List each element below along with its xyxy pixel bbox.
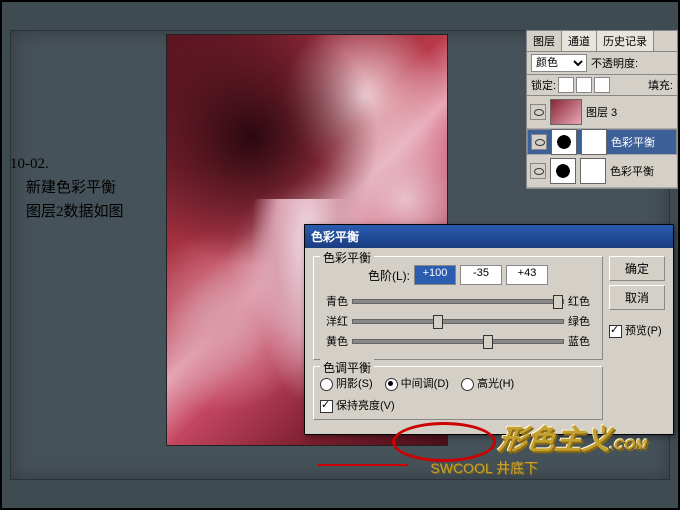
- slider-right-label: 红色: [568, 293, 596, 309]
- lock-pixels[interactable]: [558, 77, 574, 93]
- slider-yellow-blue[interactable]: [352, 339, 564, 344]
- ok-button[interactable]: 确定: [609, 256, 665, 281]
- slider-right-label: 绿色: [568, 313, 596, 329]
- cancel-button[interactable]: 取消: [609, 285, 665, 310]
- layer-row[interactable]: 图层 3: [527, 96, 677, 129]
- color-balance-dialog: 色彩平衡 色彩平衡 色阶(L): +100 -35 +43 青色 红色: [304, 224, 674, 435]
- slider-magenta-green[interactable]: [352, 319, 564, 324]
- fill-label: 填充:: [648, 77, 673, 93]
- visibility-icon[interactable]: [530, 163, 546, 179]
- caption-l2: 新建色彩平衡: [10, 176, 124, 200]
- slider-cyan-red[interactable]: [352, 299, 564, 304]
- checkbox-preview[interactable]: 预览(P): [609, 322, 665, 338]
- radio-midtones[interactable]: 中间调(D): [385, 375, 449, 391]
- group-label: 色彩平衡: [320, 249, 374, 266]
- caption-l3: 图层2数据如图: [10, 200, 124, 224]
- visibility-icon[interactable]: [530, 104, 546, 120]
- visibility-icon[interactable]: [531, 134, 547, 150]
- level-magenta-green[interactable]: -35: [460, 265, 502, 285]
- slider-left-label: 黄色: [320, 333, 348, 349]
- opacity-label: 不透明度:: [591, 55, 638, 71]
- layer-row[interactable]: 色彩平衡: [527, 155, 677, 188]
- slider-right-label: 蓝色: [568, 333, 596, 349]
- mask-thumb: [581, 129, 607, 155]
- layers-panel: 图层 通道 历史记录 颜色 不透明度: 锁定: 填充: 图层 3 色彩平衡: [526, 30, 678, 189]
- annotation-underline: [318, 464, 408, 466]
- radio-highlights[interactable]: 高光(H): [461, 375, 514, 391]
- color-balance-group: 色彩平衡 色阶(L): +100 -35 +43 青色 红色 洋红: [313, 256, 603, 360]
- checkbox-preserve-luminosity[interactable]: 保持亮度(V): [320, 397, 395, 413]
- tutorial-stage: 10-02. 新建色彩平衡 图层2数据如图 图层 通道 历史记录 颜色 不透明度…: [0, 0, 680, 510]
- levels-label: 色阶(L):: [368, 267, 410, 284]
- lock-all[interactable]: [594, 77, 610, 93]
- layer-name: 色彩平衡: [610, 163, 654, 179]
- slider-thumb[interactable]: [433, 315, 443, 329]
- layer-name: 色彩平衡: [611, 134, 655, 150]
- step-caption: 10-02. 新建色彩平衡 图层2数据如图: [10, 152, 124, 224]
- layer-row[interactable]: 色彩平衡: [527, 129, 677, 155]
- slider-left-label: 洋红: [320, 313, 348, 329]
- tab-channels[interactable]: 通道: [562, 31, 597, 51]
- mask-thumb: [580, 158, 606, 184]
- layer-thumb: [550, 99, 582, 125]
- dialog-title[interactable]: 色彩平衡: [305, 225, 673, 248]
- adjustment-thumb: [550, 158, 576, 184]
- lock-label: 锁定:: [531, 77, 556, 93]
- layer-name: 图层 3: [586, 104, 617, 120]
- slider-thumb[interactable]: [553, 295, 563, 309]
- level-yellow-blue[interactable]: +43: [506, 265, 548, 285]
- blend-mode-select[interactable]: 颜色: [531, 54, 587, 72]
- slider-left-label: 青色: [320, 293, 348, 309]
- watermark-url: SWCOOL 井底下: [430, 458, 538, 478]
- tab-history[interactable]: 历史记录: [597, 31, 654, 51]
- tab-layers[interactable]: 图层: [527, 31, 562, 51]
- lock-position[interactable]: [576, 77, 592, 93]
- group-label: 色调平衡: [320, 359, 374, 376]
- tone-balance-group: 色调平衡 阴影(S) 中间调(D) 高光(H) 保持亮度(V): [313, 366, 603, 420]
- panel-tabs: 图层 通道 历史记录: [527, 31, 677, 52]
- caption-num: 10-02.: [10, 152, 124, 176]
- radio-shadows[interactable]: 阴影(S): [320, 375, 373, 391]
- adjustment-thumb: [551, 129, 577, 155]
- slider-thumb[interactable]: [483, 335, 493, 349]
- level-cyan-red[interactable]: +100: [414, 265, 456, 285]
